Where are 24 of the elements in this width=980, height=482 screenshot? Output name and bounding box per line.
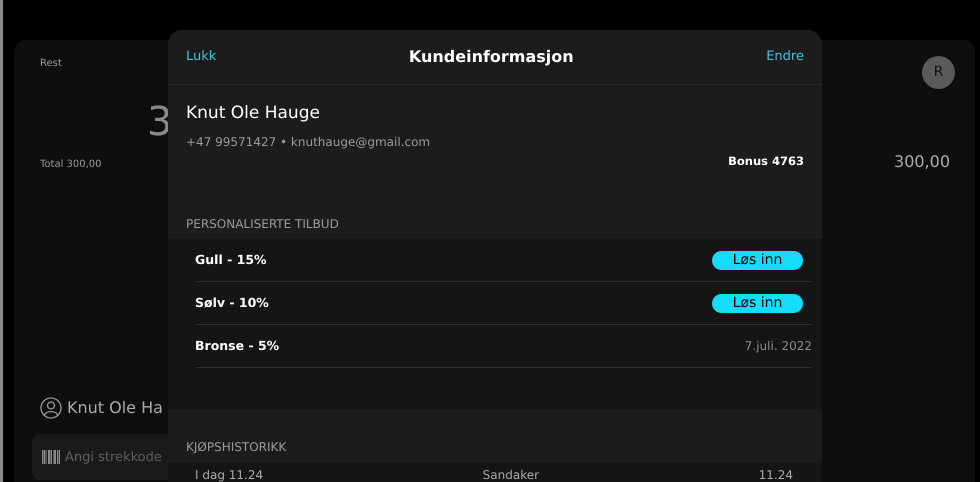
barcode-icon	[42, 450, 60, 464]
redeem-button[interactable]: Løs inn	[712, 294, 803, 312]
edit-button[interactable]: Endre	[766, 47, 804, 67]
close-button[interactable]: Lukk	[186, 47, 216, 67]
purchase-date: I dag 11.24	[195, 467, 264, 482]
offer-name: Gull - 15%	[195, 250, 267, 269]
offer-date: 7.juli. 2022	[744, 338, 812, 355]
bonus-points: Bonus 4763	[727, 152, 804, 170]
section-heading: PERSONALISERTE TILBUD	[185, 216, 340, 233]
store-name: Sandaker	[482, 467, 540, 482]
offer-name: Sølv - 10%	[195, 294, 269, 312]
offer-name: Bronse - 5%	[195, 336, 280, 355]
amount-text: 300,00	[894, 151, 950, 173]
total-text: Total 300,00	[40, 158, 102, 172]
modal-title: Kundeinformasjon	[408, 46, 574, 68]
purchase-amount: 11.24	[758, 467, 793, 482]
customer-name: Knut Ole Ha	[67, 397, 163, 419]
rest-label: Rest	[40, 57, 62, 71]
redeem-button[interactable]: Løs inn	[712, 250, 803, 270]
section-heading: KJØPSHISTORIKK	[185, 439, 288, 456]
contact-info: +47 99571427 • knuthauge@gmail.com	[186, 134, 432, 150]
amount-text: 3	[147, 102, 172, 142]
person-icon	[40, 397, 62, 419]
customer-name: Knut Ole Hauge	[186, 102, 321, 125]
